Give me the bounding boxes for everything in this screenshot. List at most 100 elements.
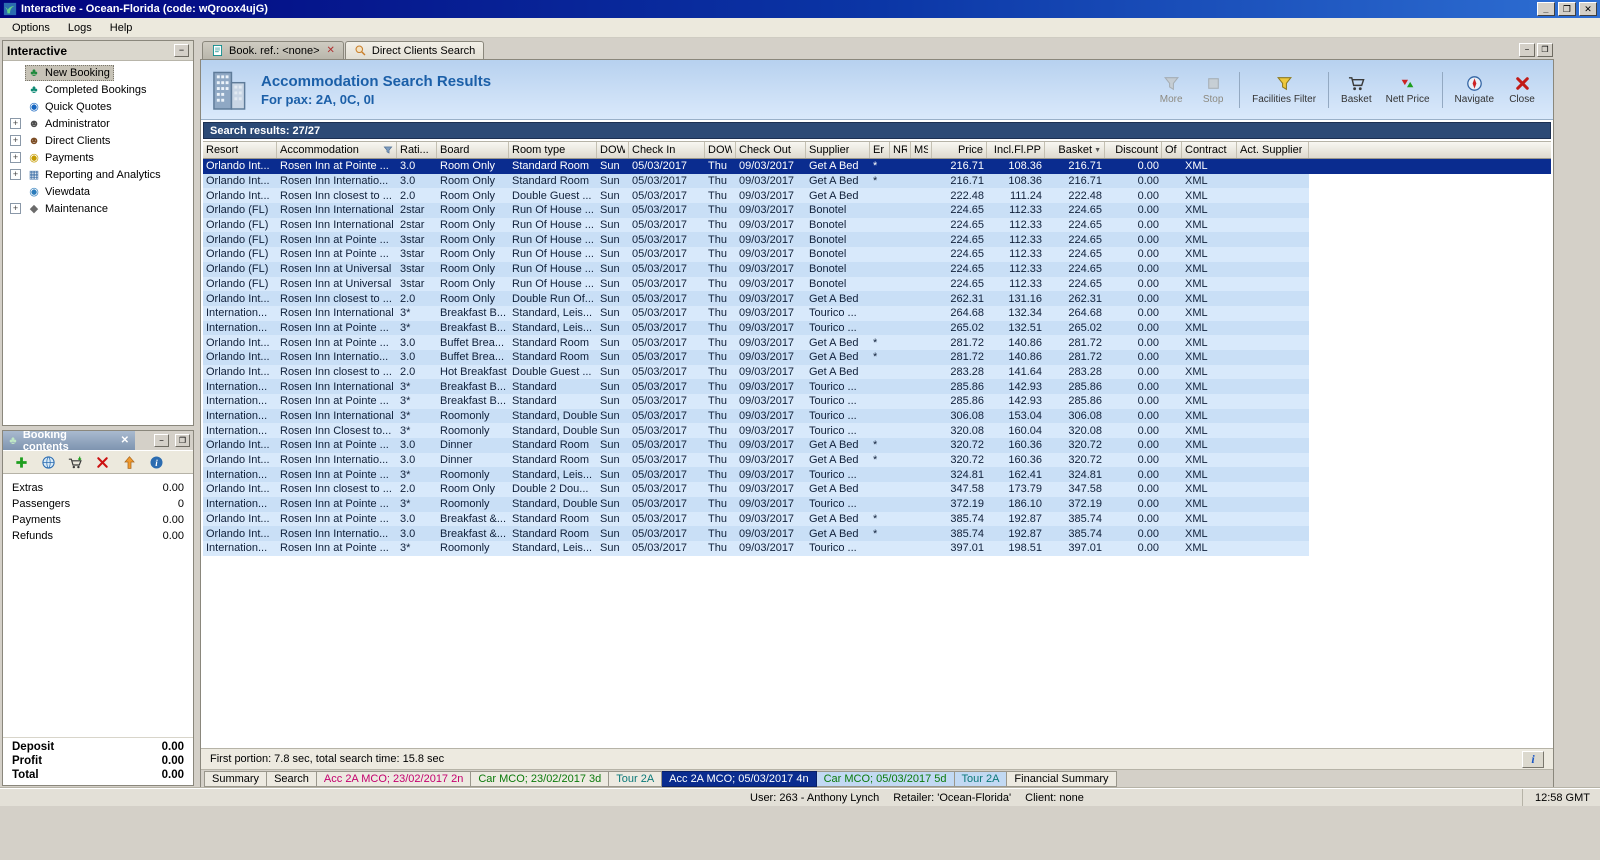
bottom-tab-acc-2a-mco-05-03-2017-4n[interactable]: Acc 2A MCO; 05/03/2017 4n	[662, 770, 817, 787]
sidebar-item-completed-bookings[interactable]: ♣ Completed Bookings	[3, 81, 193, 98]
minimize-icon[interactable]: −	[1519, 43, 1535, 57]
table-row[interactable]: Orlando (FL) Rosen Inn at Universal 3star R…	[203, 261, 1551, 277]
nett-price-button[interactable]: Nett Price	[1379, 72, 1437, 108]
close-icon[interactable]: ✕	[119, 435, 131, 446]
table-row[interactable]: Orlando Int... Rosen Inn Internatio... 3.0…	[203, 349, 1551, 365]
table-row[interactable]: Internation... Rosen Inn at Pointe ... 3* R…	[203, 496, 1551, 512]
table-row[interactable]: Orlando (FL) Rosen Inn International 2star…	[203, 203, 1551, 218]
bottom-tab-car-mco-05-03-2017-5d[interactable]: Car MCO; 05/03/2017 5d	[816, 770, 955, 787]
menu-logs[interactable]: Logs	[60, 20, 100, 36]
table-row[interactable]: Internation... Rosen Inn Closest to... 3* R…	[203, 423, 1551, 439]
sidebar-item-viewdata[interactable]: ◉ Viewdata	[3, 183, 193, 200]
tab-direct-clients-search[interactable]: Direct Clients Search	[344, 41, 485, 59]
column-header-resort[interactable]: Resort	[203, 142, 277, 158]
bottom-tab-tour-2a[interactable]: Tour 2A	[609, 770, 663, 787]
table-row[interactable]: Orlando (FL) Rosen Inn at Universal 3star R…	[203, 276, 1551, 292]
sidebar-item-reporting-and-analytics[interactable]: + ▦ Reporting and Analytics	[3, 166, 193, 183]
table-row[interactable]: Orlando Int... Rosen Inn Internatio... 3.0…	[203, 452, 1551, 468]
world-icon[interactable]	[39, 453, 57, 471]
table-row[interactable]: Orlando (FL) Rosen Inn at Pointe ... 3star…	[203, 247, 1551, 262]
filter-funnel-icon[interactable]	[383, 145, 393, 155]
info-circle-icon[interactable]: i	[147, 453, 165, 471]
column-header-ms[interactable]: MS	[911, 142, 932, 158]
bottom-tab-search[interactable]: Search	[267, 770, 317, 787]
column-header-incl-fl-pp[interactable]: Incl.Fl.PP	[987, 142, 1045, 158]
restore-icon[interactable]: ❐	[1537, 43, 1553, 57]
column-header-accommodation[interactable]: Accommodation	[277, 142, 397, 158]
list-item-extras[interactable]: Extras 0.00	[3, 480, 193, 496]
expander-icon[interactable]: +	[10, 135, 21, 146]
table-row[interactable]: Orlando Int... Rosen Inn closest to ... 2.…	[203, 188, 1551, 204]
info-icon[interactable]: i	[1522, 750, 1544, 768]
sidebar-item-payments[interactable]: + ◉ Payments	[3, 149, 193, 166]
table-row[interactable]: Orlando (FL) Rosen Inn at Pointe ... 3star…	[203, 232, 1551, 248]
close-tab-icon[interactable]: ✕	[327, 45, 335, 56]
delete-icon[interactable]	[93, 453, 111, 471]
expander-icon[interactable]: +	[10, 203, 21, 214]
navigate-button[interactable]: Navigate	[1448, 72, 1501, 108]
table-row[interactable]: Orlando Int... Rosen Inn at Pointe ... 3.0…	[203, 511, 1551, 527]
expander-icon[interactable]: +	[10, 118, 21, 129]
tab-book-ref[interactable]: Book. ref.: <none> ✕	[202, 41, 344, 59]
column-header-act-supplier[interactable]: Act. Supplier	[1237, 142, 1309, 158]
panel-collapse-icon[interactable]: −	[174, 44, 189, 57]
table-row[interactable]: Orlando Int... Rosen Inn closest to ... 2.…	[203, 482, 1551, 497]
bottom-tab-acc-2a-mco-23-02-2017-2n[interactable]: Acc 2A MCO; 23/02/2017 2n	[316, 770, 472, 787]
column-header-rati[interactable]: Rati...	[397, 142, 437, 158]
table-row[interactable]: Orlando Int... Rosen Inn Internatio... 3.0…	[203, 173, 1551, 189]
menu-options[interactable]: Options	[4, 20, 58, 36]
sidebar-item-administrator[interactable]: + ☻ Administrator	[3, 115, 193, 132]
column-header-basket[interactable]: Basket ▼	[1045, 142, 1105, 158]
table-row[interactable]: Internation... Rosen Inn at Pointe ... 3* B…	[203, 394, 1551, 409]
list-item-passengers[interactable]: Passengers 0	[3, 496, 193, 512]
minimize-icon[interactable]: _	[1536, 2, 1555, 16]
table-row[interactable]: Internation... Rosen Inn International 3* R…	[203, 408, 1551, 424]
column-header-er[interactable]: Er	[870, 142, 890, 158]
table-row[interactable]: Orlando Int... Rosen Inn Internatio... 3.0…	[203, 526, 1551, 541]
expander-icon[interactable]: +	[10, 169, 21, 180]
column-header-nr[interactable]: NR	[890, 142, 911, 158]
table-row[interactable]: Orlando Int... Rosen Inn at Pointe ... 3.0…	[203, 159, 1551, 174]
table-row[interactable]: Orlando Int... Rosen Inn closest to ... 2.…	[203, 291, 1551, 306]
table-row[interactable]: Internation... Rosen Inn at Pointe ... 3* R…	[203, 467, 1551, 483]
menu-help[interactable]: Help	[102, 20, 141, 36]
column-header-check-in[interactable]: Check In	[629, 142, 705, 158]
bottom-tab-financial-summary[interactable]: Financial Summary	[1007, 770, 1117, 787]
table-row[interactable]: Internation... Rosen Inn at Pointe ... 3* B…	[203, 320, 1551, 336]
column-header-check-out[interactable]: Check Out	[736, 142, 806, 158]
column-header-dow[interactable]: DOW	[597, 142, 629, 158]
restore-icon[interactable]: ❐	[1557, 2, 1576, 16]
sidebar-item-direct-clients[interactable]: + ☻ Direct Clients	[3, 132, 193, 149]
bottom-tab-car-mco-23-02-2017-3d[interactable]: Car MCO; 23/02/2017 3d	[471, 770, 610, 787]
close-button[interactable]: Close	[1501, 72, 1543, 108]
basket-button[interactable]: Basket	[1334, 72, 1379, 108]
sidebar-item-quick-quotes[interactable]: ◉ Quick Quotes	[3, 98, 193, 115]
column-header-price[interactable]: Price	[932, 142, 987, 158]
move-up-icon[interactable]	[120, 453, 138, 471]
bottom-tab-tour-2a[interactable]: Tour 2A	[954, 770, 1008, 787]
column-header-discount[interactable]: Discount	[1105, 142, 1162, 158]
column-header-board[interactable]: Board	[437, 142, 509, 158]
column-header-supplier[interactable]: Supplier	[806, 142, 870, 158]
facilities-filter-button[interactable]: Facilities Filter	[1245, 72, 1323, 108]
basket-add-icon[interactable]	[66, 453, 84, 471]
list-item-refunds[interactable]: Refunds 0.00	[3, 528, 193, 544]
table-row[interactable]: Orlando Int... Rosen Inn closest to ... 2.…	[203, 364, 1551, 380]
expander-icon[interactable]: +	[10, 152, 21, 163]
table-row[interactable]: Orlando Int... Rosen Inn at Pointe ... 3.0…	[203, 438, 1551, 453]
table-row[interactable]: Internation... Rosen Inn at Pointe ... 3* R…	[203, 540, 1551, 556]
column-header-dow[interactable]: DOW	[705, 142, 736, 158]
table-row[interactable]: Internation... Rosen Inn International 3* B…	[203, 305, 1551, 321]
table-row[interactable]: Internation... Rosen Inn International 3* B…	[203, 379, 1551, 394]
bottom-tab-summary[interactable]: Summary	[204, 770, 268, 787]
close-icon[interactable]: ✕	[1579, 2, 1597, 16]
restore-icon[interactable]: ❐	[175, 434, 190, 447]
column-header-of[interactable]: Of	[1162, 142, 1182, 158]
table-row[interactable]: Orlando (FL) Rosen Inn International 2star…	[203, 217, 1551, 233]
list-item-payments[interactable]: Payments 0.00	[3, 512, 193, 528]
add-icon[interactable]	[12, 453, 30, 471]
column-header-room-type[interactable]: Room type	[509, 142, 597, 158]
booking-contents-caption[interactable]: ♣ Booking contents ✕	[3, 431, 135, 453]
sidebar-item-new-booking[interactable]: ♣ New Booking	[3, 64, 193, 81]
table-row[interactable]: Orlando Int... Rosen Inn at Pointe ... 3.0…	[203, 335, 1551, 350]
